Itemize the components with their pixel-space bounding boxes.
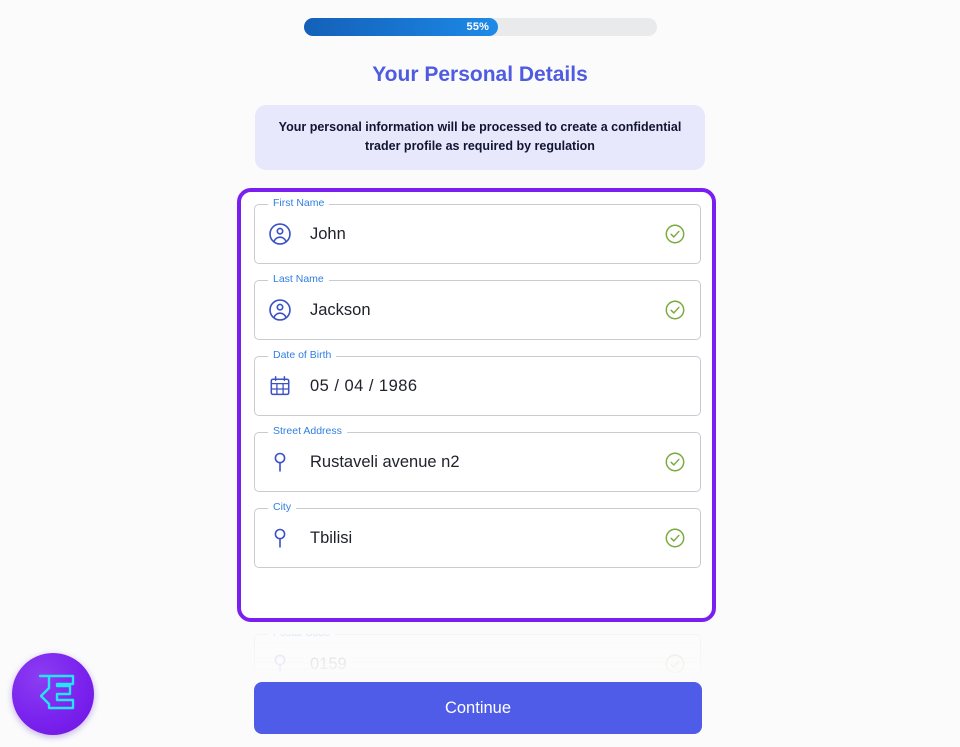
field-first-name[interactable]: John First Name — [254, 197, 701, 264]
page-title: Your Personal Details — [372, 63, 588, 86]
field-date-of-birth-value: 05/04/1986 — [310, 377, 686, 396]
progress-fill: 55% — [304, 18, 499, 36]
field-street-address-label: Street Address — [268, 425, 347, 438]
continue-button[interactable]: Continue — [254, 682, 702, 734]
field-date-of-birth-label: Date of Birth — [268, 349, 337, 362]
field-city-box[interactable]: Tbilisi — [254, 508, 701, 568]
field-last-name-label: Last Name — [268, 273, 329, 286]
field-postal-code-label: Postal Code — [268, 627, 336, 640]
field-street-address[interactable]: Rustaveli avenue n2 Street Address — [254, 425, 701, 492]
map-pin-icon — [267, 651, 293, 675]
valid-check-icon — [664, 527, 686, 549]
field-postal-code-box[interactable]: 0159 — [254, 634, 701, 675]
field-postal-code-value: 0159 — [310, 654, 347, 673]
field-date-of-birth[interactable]: 05/04/1986 Date of Birth — [254, 349, 701, 416]
progress-percent-label: 55% — [466, 21, 490, 33]
calendar-icon — [267, 373, 293, 399]
onboarding-screen: 55% Your Personal Details Your personal … — [0, 0, 960, 747]
brand-logo-badge[interactable] — [12, 653, 94, 735]
field-street-address-box[interactable]: Rustaveli avenue n2 — [254, 432, 701, 492]
form-scroll-viewport[interactable]: John First Name Jackson Last Name 05 / 0… — [237, 188, 716, 675]
map-pin-icon — [267, 449, 293, 475]
info-notice-text: Your personal information will be proces… — [278, 120, 682, 154]
field-last-name-box[interactable]: Jackson — [254, 280, 701, 340]
field-first-name-box[interactable]: John — [254, 204, 701, 264]
progress-bar: 55% — [304, 18, 657, 36]
map-pin-icon — [267, 525, 293, 551]
person-circle-icon — [267, 221, 293, 247]
valid-check-icon — [664, 223, 686, 245]
field-postal-code[interactable]: 0159 Postal Code — [254, 627, 701, 675]
field-first-name-value: John — [310, 224, 346, 243]
valid-check-icon — [664, 451, 686, 473]
dob-month: 04 — [344, 376, 364, 395]
field-last-name[interactable]: Jackson Last Name — [254, 273, 701, 340]
dob-separator: / — [368, 376, 374, 395]
dob-year: 1986 — [378, 376, 418, 395]
field-city-value: Tbilisi — [310, 528, 353, 547]
person-circle-icon — [267, 297, 293, 323]
field-street-address-value: Rustaveli avenue n2 — [310, 452, 460, 471]
valid-check-icon — [664, 299, 686, 321]
brand-monogram-icon — [38, 674, 75, 710]
field-first-name-label: First Name — [268, 197, 330, 210]
field-last-name-value: Jackson — [310, 300, 371, 319]
field-city-label: City — [268, 501, 297, 514]
dob-separator: / — [334, 376, 340, 395]
field-city[interactable]: Tbilisi City — [254, 501, 701, 568]
form-fields: John First Name Jackson Last Name 05 / 0… — [254, 197, 701, 584]
valid-check-icon — [664, 653, 686, 675]
field-date-of-birth-box[interactable]: 05/04/1986 — [254, 356, 701, 416]
info-notice: Your personal information will be proces… — [255, 105, 705, 170]
dob-day: 05 — [310, 376, 330, 395]
